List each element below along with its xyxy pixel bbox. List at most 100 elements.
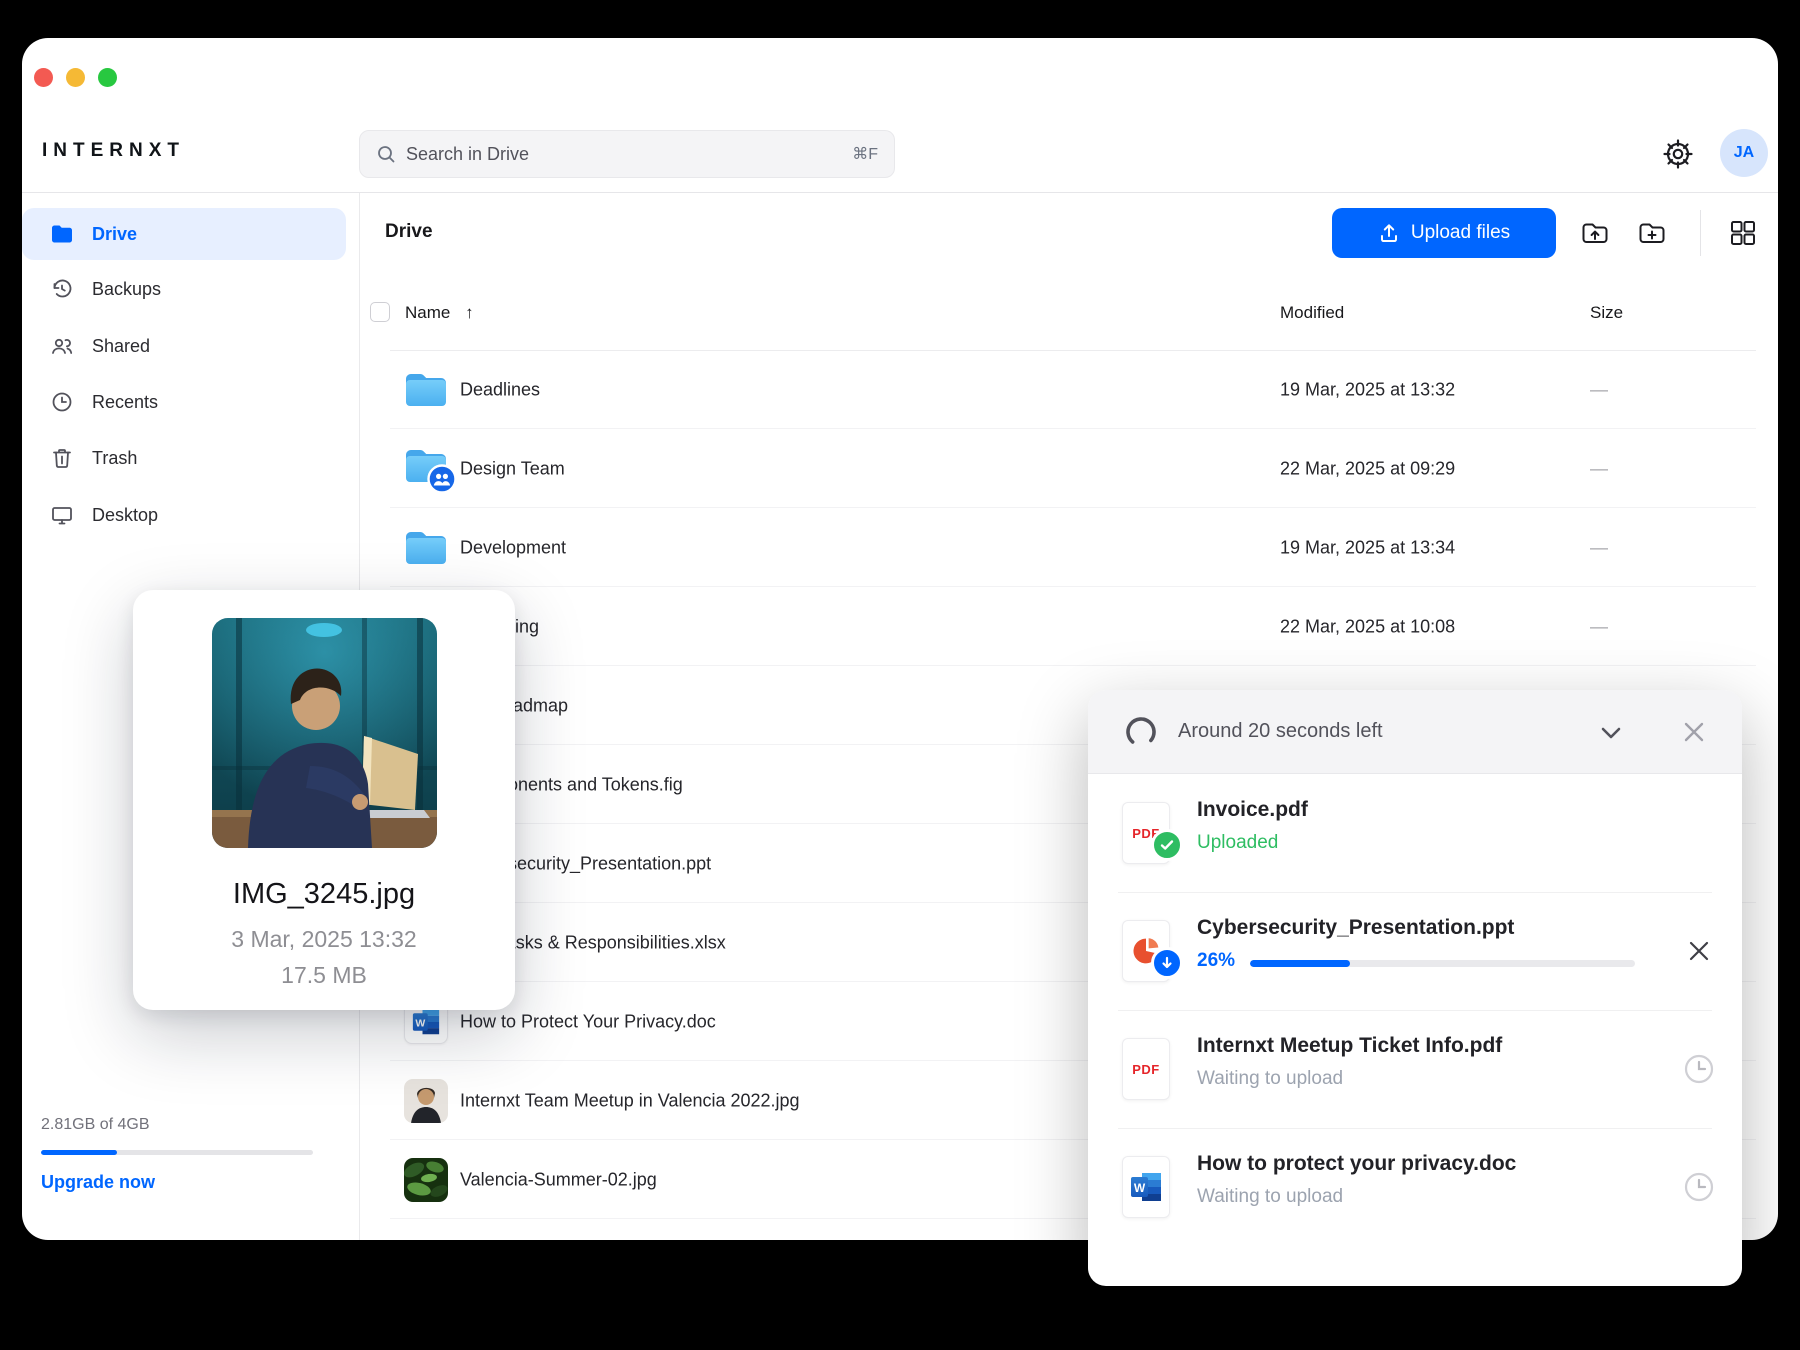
sidebar-item-backups[interactable]: Backups: [22, 263, 346, 315]
internxt-logo: INTERNXT: [42, 140, 185, 162]
create-folder-icon[interactable]: [1637, 218, 1667, 248]
search-shortcut: ⌘F: [852, 144, 878, 164]
waiting-clock-icon: [1682, 1170, 1716, 1204]
sidebar-item-recents[interactable]: Recents: [22, 376, 346, 428]
page-title: Drive: [385, 221, 433, 243]
upload-file-name: Invoice.pdf: [1197, 798, 1308, 822]
preview-photo: [212, 618, 437, 848]
folder-icon: [403, 368, 449, 412]
upload-status: Waiting to upload: [1197, 1068, 1343, 1090]
desktop-background: INTERNXT ⌘F JA Drive: [0, 0, 1800, 1350]
window-controls: [34, 68, 117, 87]
uploading-arrow-badge: [1151, 947, 1183, 979]
file-name: Development: [460, 537, 566, 558]
file-preview-card: IMG_3245.jpg 3 Mar, 2025 13:32 17.5 MB: [133, 590, 515, 1010]
pdf-file-icon: PDF: [1122, 1038, 1170, 1100]
file-name: Deadlines: [460, 379, 540, 400]
column-header-size[interactable]: Size: [1590, 303, 1623, 323]
upload-item: Cybersecurity_Presentation.ppt 26%: [1088, 892, 1742, 1010]
uploaded-check-badge: [1151, 829, 1183, 861]
file-modified: 22 Mar, 2025 at 09:29: [1280, 458, 1455, 479]
minimize-window-button[interactable]: [66, 68, 85, 87]
column-header-name[interactable]: Name ↑: [405, 303, 474, 323]
toolbar-separator: [1700, 210, 1701, 256]
sidebar-item-label: Shared: [92, 336, 150, 357]
file-modified: 19 Mar, 2025 at 13:32: [1280, 379, 1455, 400]
word-file-icon: W: [1122, 1156, 1170, 1218]
backups-history-icon: [50, 277, 74, 301]
loading-spinner-icon: [1124, 715, 1158, 749]
svg-text:W: W: [1134, 1181, 1146, 1195]
shared-badge-icon: [427, 464, 457, 494]
upload-folder-icon[interactable]: [1580, 218, 1610, 248]
search-icon: [376, 144, 396, 164]
preview-filename: IMG_3245.jpg: [133, 878, 515, 911]
upload-files-button[interactable]: Upload files: [1332, 208, 1556, 258]
shared-folder-icon: [403, 447, 449, 491]
upload-file-name: Internxt Meetup Ticket Info.pdf: [1197, 1034, 1502, 1058]
sidebar-item-shared[interactable]: Shared: [22, 320, 346, 372]
shared-people-icon: [50, 334, 74, 358]
pdf-file-icon: PDF: [1122, 802, 1170, 864]
upload-progress-bar: [1250, 960, 1635, 967]
column-header-modified[interactable]: Modified: [1280, 303, 1344, 323]
upload-panel-header: Around 20 seconds left: [1088, 690, 1742, 774]
sidebar-item-trash[interactable]: Trash: [22, 432, 346, 484]
sidebar-item-label: Backups: [92, 279, 161, 300]
upload-file-name: How to protect your privacy.doc: [1197, 1152, 1516, 1176]
close-window-button[interactable]: [34, 68, 53, 87]
user-avatar[interactable]: JA: [1720, 129, 1768, 177]
table-row[interactable]: Marketing 22 Mar, 2025 at 10:08 —: [359, 587, 1778, 666]
zoom-window-button[interactable]: [98, 68, 117, 87]
desktop-monitor-icon: [50, 503, 74, 527]
collapse-chevron-down-icon[interactable]: [1596, 718, 1626, 748]
file-name: How to Protect Your Privacy.doc: [460, 1011, 716, 1032]
storage-usage-text: 2.81GB of 4GB: [41, 1116, 150, 1134]
sidebar-item-desktop[interactable]: Desktop: [22, 489, 346, 541]
file-modified: 19 Mar, 2025 at 13:34: [1280, 537, 1455, 558]
cancel-upload-icon[interactable]: [1682, 934, 1716, 968]
photo-thumbnail-portrait: [403, 1079, 449, 1123]
sidebar-item-label: Desktop: [92, 505, 158, 526]
upload-files-label: Upload files: [1411, 222, 1510, 244]
grid-view-icon[interactable]: [1728, 218, 1758, 248]
upload-file-name: Cybersecurity_Presentation.ppt: [1197, 916, 1514, 940]
upload-item: W How to protect your privacy.doc Waitin…: [1088, 1128, 1742, 1246]
table-row[interactable]: Development 19 Mar, 2025 at 13:34 —: [359, 508, 1778, 587]
file-size: —: [1590, 379, 1608, 400]
file-size: —: [1590, 537, 1608, 558]
settings-gear-icon[interactable]: [1660, 136, 1696, 172]
folder-icon: [403, 526, 449, 570]
file-name: Internxt Team Meetup in Valencia 2022.jp…: [460, 1090, 800, 1111]
upload-status: Uploaded: [1197, 832, 1278, 854]
waiting-clock-icon: [1682, 1052, 1716, 1086]
sidebar-item-label: Trash: [92, 448, 137, 469]
sort-ascending-arrow: ↑: [465, 303, 474, 322]
powerpoint-file-icon: [1122, 920, 1170, 982]
upload-item: PDF Invoice.pdf Uploaded: [1088, 774, 1742, 892]
upgrade-now-link[interactable]: Upgrade now: [41, 1172, 155, 1193]
trash-icon: [50, 446, 74, 470]
file-size: —: [1590, 458, 1608, 479]
preview-date: 3 Mar, 2025 13:32: [133, 926, 515, 953]
close-panel-icon[interactable]: [1678, 716, 1710, 748]
upload-progress-fill: [1250, 960, 1350, 967]
select-all-checkbox[interactable]: [370, 302, 390, 322]
storage-progress-bar: [41, 1150, 313, 1155]
table-row[interactable]: Deadlines 19 Mar, 2025 at 13:32 —: [359, 350, 1778, 429]
photo-thumbnail-leaves: [403, 1158, 449, 1202]
sidebar-item-label: Recents: [92, 392, 158, 413]
upload-progress-panel: Around 20 seconds left PDF Invoice.pdf U…: [1088, 690, 1742, 1286]
svg-text:W: W: [415, 1017, 425, 1029]
table-row[interactable]: Design Team 22 Mar, 2025 at 09:29 —: [359, 429, 1778, 508]
file-size: —: [1590, 616, 1608, 637]
upload-item: PDF Internxt Meetup Ticket Info.pdf Wait…: [1088, 1010, 1742, 1128]
upload-icon: [1378, 222, 1400, 244]
search-input[interactable]: [406, 144, 842, 165]
sidebar-item-drive[interactable]: Drive: [22, 208, 346, 260]
upload-time-remaining: Around 20 seconds left: [1178, 720, 1383, 743]
search-bar[interactable]: ⌘F: [359, 130, 895, 178]
upload-percent: 26%: [1197, 950, 1235, 972]
preview-size: 17.5 MB: [133, 962, 515, 989]
sidebar-item-label: Drive: [92, 224, 137, 245]
